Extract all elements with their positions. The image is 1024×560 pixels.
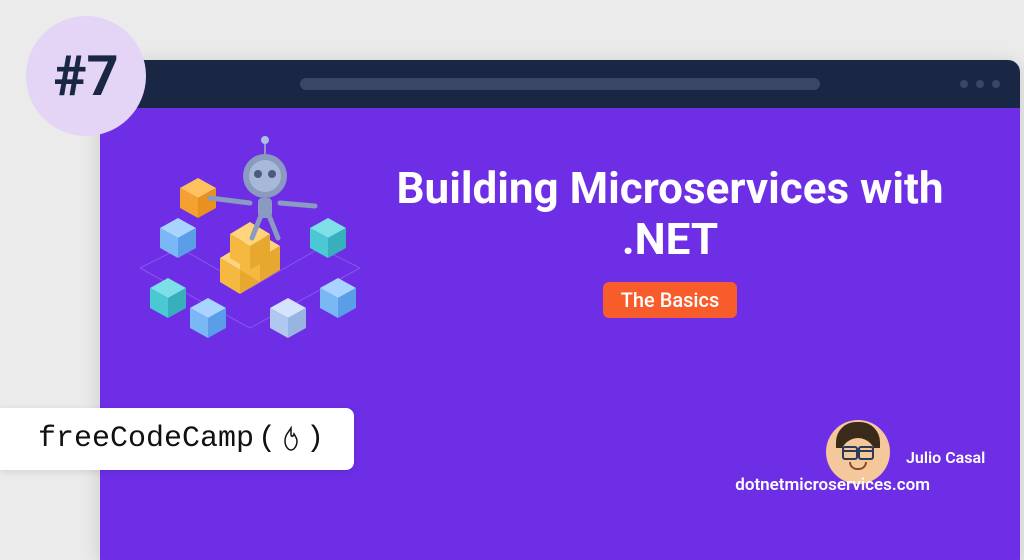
site-url: dotnetmicroservices.com bbox=[735, 475, 930, 495]
browser-titlebar bbox=[100, 60, 1020, 108]
level-badge: The Basics bbox=[603, 282, 738, 318]
course-title: Building Microservices with .NET bbox=[380, 163, 960, 264]
author-name: Julio Casal bbox=[906, 448, 985, 467]
dot-icon bbox=[960, 80, 968, 88]
dot-icon bbox=[976, 80, 984, 88]
url-bar bbox=[300, 78, 820, 90]
content-area: Building Microservices with .NET The Bas… bbox=[100, 108, 1020, 560]
title-block: Building Microservices with .NET The Bas… bbox=[380, 163, 960, 318]
window-controls bbox=[960, 80, 1000, 88]
dot-icon bbox=[992, 80, 1000, 88]
brand-name: freeCodeCamp bbox=[38, 422, 254, 456]
brand-pill: freeCodeCamp() bbox=[0, 408, 354, 470]
brand-paren-open: ( bbox=[258, 422, 276, 456]
robot-illustration bbox=[120, 128, 380, 368]
fire-icon bbox=[280, 426, 302, 452]
browser-window: Building Microservices with .NET The Bas… bbox=[100, 60, 1020, 560]
rank-badge: #7 bbox=[26, 16, 146, 136]
brand-paren-close: ) bbox=[306, 422, 324, 456]
